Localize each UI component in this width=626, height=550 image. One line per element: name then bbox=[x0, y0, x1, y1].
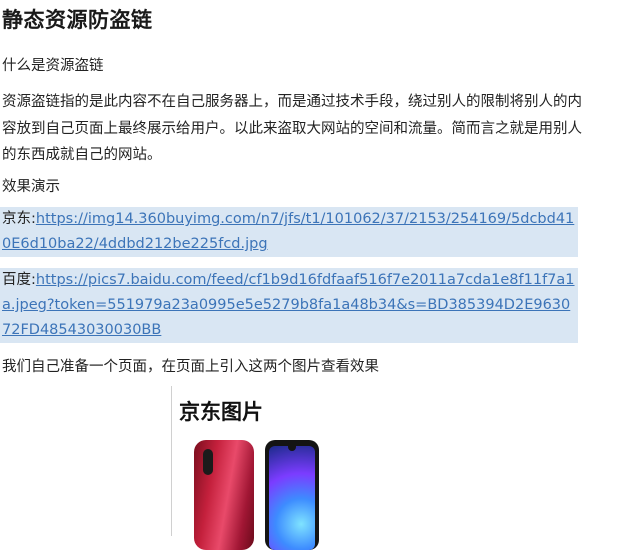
demo-heading: 效果演示 bbox=[2, 179, 60, 195]
baidu-link-label: 百度: bbox=[2, 272, 36, 288]
jd-link-label: 京东: bbox=[2, 211, 36, 227]
section-heading: 什么是资源盗链 bbox=[2, 58, 104, 74]
figure-title: 京东图片 bbox=[179, 400, 263, 424]
camera-icon bbox=[203, 449, 213, 475]
phone-screen bbox=[269, 446, 315, 550]
jd-image-link[interactable]: https://img14.360buyimg.com/n7/jfs/t1/10… bbox=[2, 211, 574, 252]
body-paragraph: 资源盗链指的是此内容不在自己服务器上，而是通过技术手段，绕过别人的限制将别人的内… bbox=[2, 94, 582, 163]
baidu-image-link[interactable]: https://pics7.baidu.com/feed/cf1b9d16fdf… bbox=[2, 272, 575, 338]
jd-link-block: 京东:https://img14.360buyimg.com/n7/jfs/t1… bbox=[0, 207, 578, 257]
phone-front-image bbox=[265, 440, 319, 550]
page-title: 静态资源防盗链 bbox=[2, 8, 153, 32]
baidu-link-block: 百度:https://pics7.baidu.com/feed/cf1b9d16… bbox=[0, 268, 578, 343]
closing-text: 我们自己准备一个页面，在页面上引入这两个图片查看效果 bbox=[2, 359, 379, 375]
phone-back-image bbox=[194, 440, 254, 550]
jd-image-figure: 京东图片 bbox=[171, 386, 404, 550]
